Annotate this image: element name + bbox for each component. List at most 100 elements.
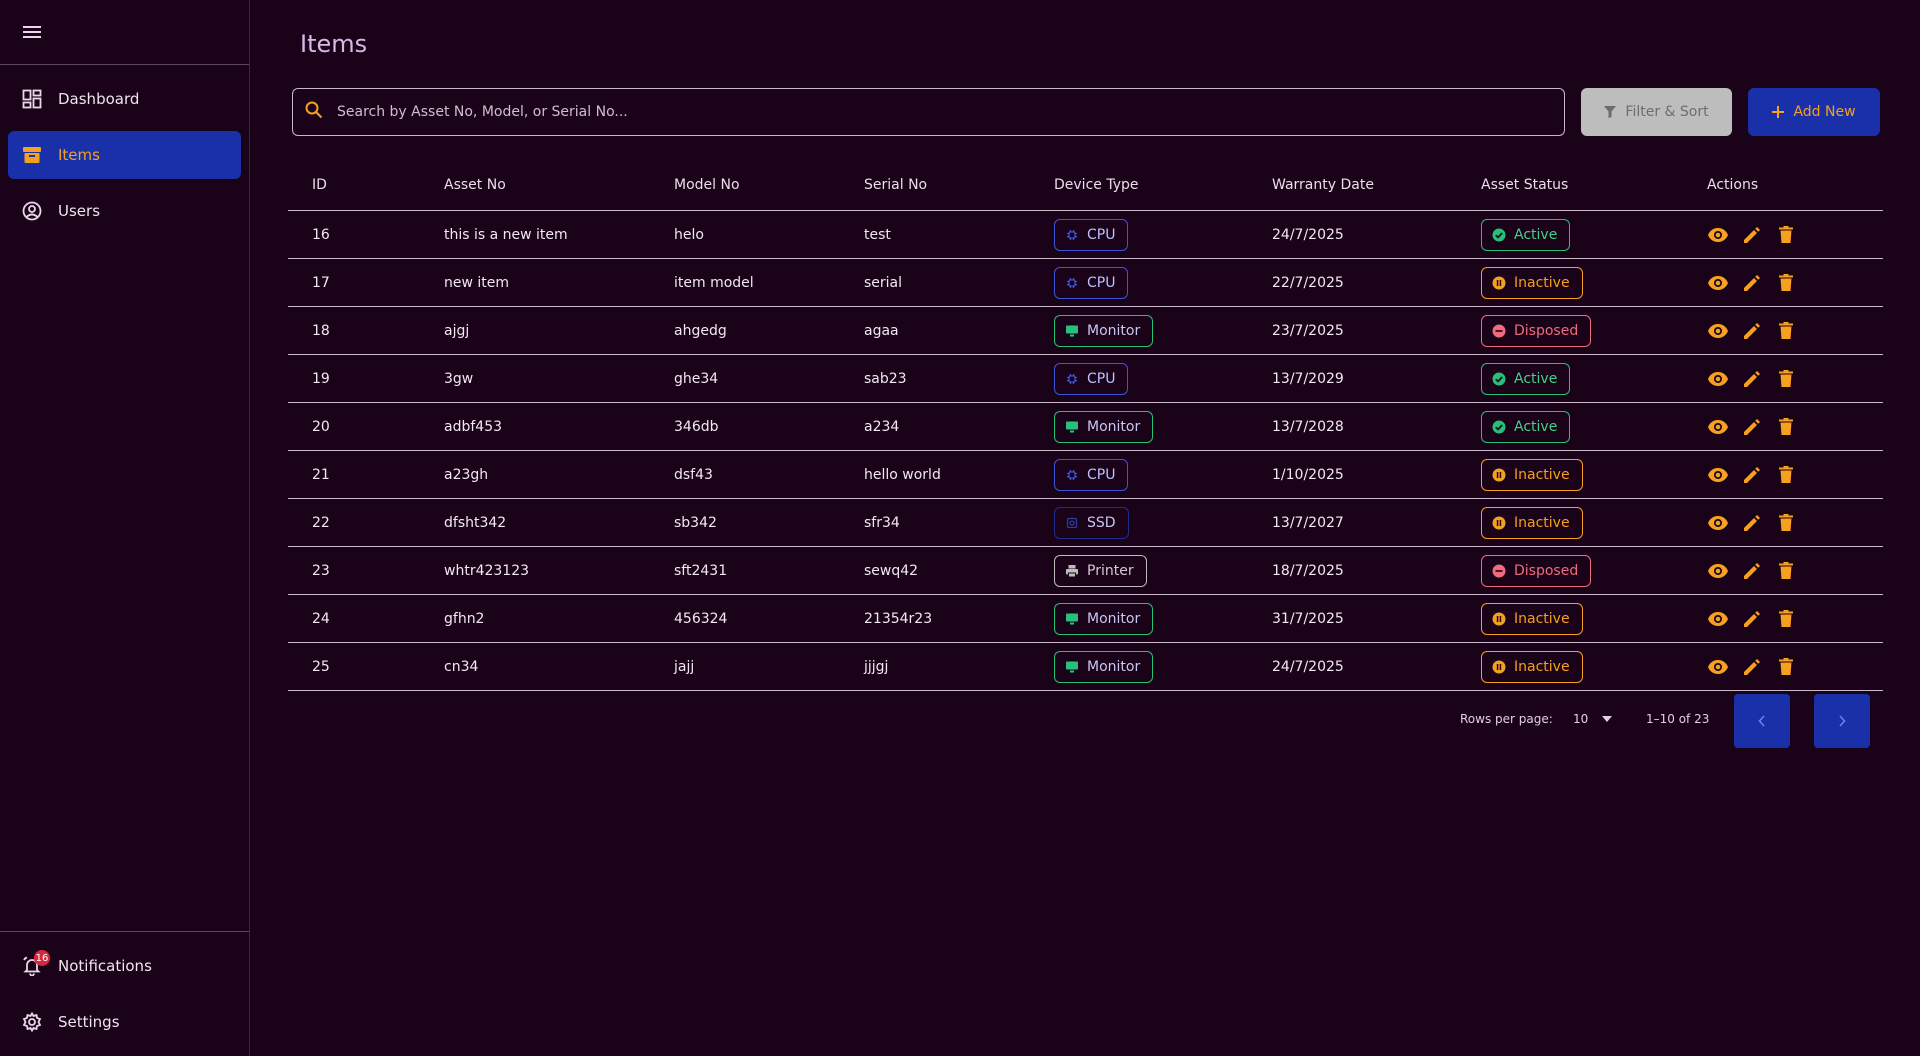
gear-icon xyxy=(22,1012,42,1032)
delete-button[interactable] xyxy=(1775,368,1797,390)
delete-button[interactable] xyxy=(1775,272,1797,294)
view-button[interactable] xyxy=(1707,656,1729,678)
edit-button[interactable] xyxy=(1741,608,1763,630)
header-model-no[interactable]: Model No xyxy=(674,160,740,210)
view-button[interactable] xyxy=(1707,368,1729,390)
sidebar-item-label: Notifications xyxy=(58,957,152,975)
pencil-icon xyxy=(1743,562,1761,580)
cell-asset-status: Disposed xyxy=(1481,547,1592,594)
add-new-button[interactable]: Add New xyxy=(1748,88,1880,136)
delete-button[interactable] xyxy=(1775,224,1797,246)
edit-button[interactable] xyxy=(1741,224,1763,246)
filter-sort-button[interactable]: Filter & Sort xyxy=(1581,88,1732,136)
cpu-icon xyxy=(1065,468,1079,482)
delete-button[interactable] xyxy=(1775,464,1797,486)
delete-button[interactable] xyxy=(1775,320,1797,342)
table-header: ID Asset No Model No Serial No Device Ty… xyxy=(288,160,1883,211)
cell-serial-no: test xyxy=(864,226,891,243)
previous-page-button[interactable] xyxy=(1734,694,1790,748)
header-asset-status[interactable]: Asset Status xyxy=(1481,160,1568,210)
device-type-chip: SSD xyxy=(1054,506,1129,539)
archive-icon xyxy=(22,145,42,165)
cell-device-type: Printer xyxy=(1054,547,1147,594)
cell-id: 24 xyxy=(312,610,330,627)
sidebar-item-settings[interactable]: Settings xyxy=(8,998,241,1046)
header-serial-no[interactable]: Serial No xyxy=(864,160,927,210)
view-button[interactable] xyxy=(1707,320,1729,342)
device-type-chip: CPU xyxy=(1054,458,1129,491)
header-device-type[interactable]: Device Type xyxy=(1054,160,1139,210)
cell-model-no: ghe34 xyxy=(674,370,719,387)
edit-button[interactable] xyxy=(1741,368,1763,390)
view-button[interactable] xyxy=(1707,272,1729,294)
sidebar-divider xyxy=(0,931,249,932)
view-button[interactable] xyxy=(1707,512,1729,534)
edit-button[interactable] xyxy=(1741,416,1763,438)
edit-button[interactable] xyxy=(1741,272,1763,294)
cell-device-type: CPU xyxy=(1054,259,1129,306)
delete-button[interactable] xyxy=(1775,656,1797,678)
filter-icon xyxy=(1604,106,1617,118)
cell-asset-status: Active xyxy=(1481,355,1571,402)
delete-button[interactable] xyxy=(1775,608,1797,630)
device-type-label: Printer xyxy=(1087,562,1134,579)
view-button[interactable] xyxy=(1707,416,1729,438)
sidebar-item-label: Dashboard xyxy=(58,90,140,108)
cell-actions xyxy=(1707,499,1809,546)
view-button[interactable] xyxy=(1707,608,1729,630)
edit-button[interactable] xyxy=(1741,320,1763,342)
caret-down-icon xyxy=(1602,716,1613,722)
plus-icon xyxy=(1772,106,1785,118)
minus-circle-icon xyxy=(1492,324,1506,338)
sidebar-item-items[interactable]: Items xyxy=(8,131,241,179)
table-row: 21 a23gh dsf43 hello world CPU 1/10/2025 Inact… xyxy=(288,451,1883,499)
device-type-label: CPU xyxy=(1087,274,1116,291)
eye-icon xyxy=(1707,371,1729,387)
ssd-icon xyxy=(1065,516,1079,530)
status-label: Disposed xyxy=(1514,322,1579,339)
edit-button[interactable] xyxy=(1741,464,1763,486)
cell-asset-status: Active xyxy=(1481,211,1571,258)
view-button[interactable] xyxy=(1707,224,1729,246)
edit-button[interactable] xyxy=(1741,560,1763,582)
delete-button[interactable] xyxy=(1775,416,1797,438)
device-type-label: Monitor xyxy=(1087,322,1141,339)
header-asset-no[interactable]: Asset No xyxy=(444,160,506,210)
eye-icon xyxy=(1707,275,1729,291)
eye-icon xyxy=(1707,659,1729,675)
trash-icon xyxy=(1779,370,1793,387)
trash-icon xyxy=(1779,610,1793,627)
eye-icon xyxy=(1707,515,1729,531)
cell-serial-no: hello world xyxy=(864,466,941,483)
status-badge: Disposed xyxy=(1481,554,1592,587)
delete-button[interactable] xyxy=(1775,512,1797,534)
rows-per-page-select[interactable]: 10 xyxy=(1573,712,1613,726)
edit-button[interactable] xyxy=(1741,512,1763,534)
cell-id: 16 xyxy=(312,226,330,243)
table-row: 20 adbf453 346db a234 Monitor 13/7/2028 Active xyxy=(288,403,1883,451)
menu-icon[interactable] xyxy=(20,20,44,44)
status-label: Inactive xyxy=(1514,274,1570,291)
pause-circle-icon xyxy=(1492,516,1506,530)
cell-serial-no: sewq42 xyxy=(864,562,919,579)
edit-button[interactable] xyxy=(1741,656,1763,678)
search-input[interactable] xyxy=(337,104,1564,120)
status-label: Inactive xyxy=(1514,658,1570,675)
delete-button[interactable] xyxy=(1775,560,1797,582)
sidebar-item-label: Items xyxy=(58,146,100,164)
next-page-button[interactable] xyxy=(1814,694,1870,748)
view-button[interactable] xyxy=(1707,464,1729,486)
view-button[interactable] xyxy=(1707,560,1729,582)
header-warranty-date[interactable]: Warranty Date xyxy=(1272,160,1374,210)
pause-circle-icon xyxy=(1492,612,1506,626)
status-badge: Inactive xyxy=(1481,266,1583,299)
account-circle-icon xyxy=(22,201,42,221)
status-badge: Active xyxy=(1481,362,1571,395)
sidebar-item-dashboard[interactable]: Dashboard xyxy=(8,75,241,123)
sidebar-item-users[interactable]: Users xyxy=(8,187,241,235)
cell-actions xyxy=(1707,451,1809,498)
header-id[interactable]: ID xyxy=(312,160,327,210)
pencil-icon xyxy=(1743,466,1761,484)
cell-actions xyxy=(1707,595,1809,642)
search-field[interactable] xyxy=(292,88,1565,136)
